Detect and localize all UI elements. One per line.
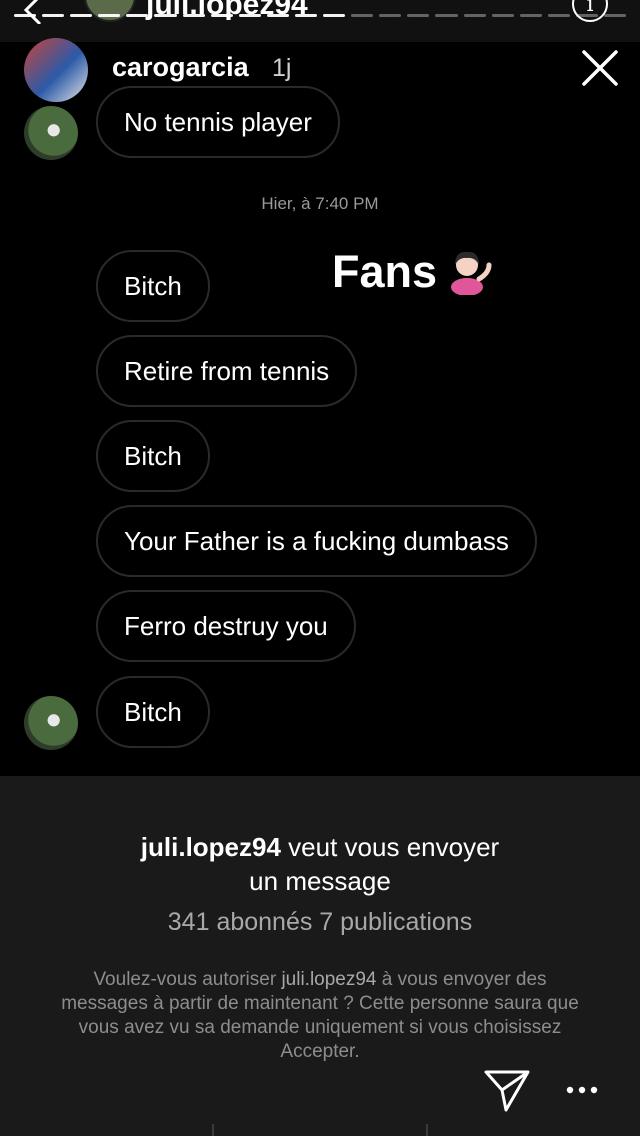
- progress-segment: [519, 14, 542, 17]
- progress-segment: [575, 14, 598, 17]
- progress-segment: [323, 14, 346, 17]
- progress-segment: [379, 14, 402, 17]
- message-bubble[interactable]: No tennis player: [96, 86, 340, 158]
- progress-segment: [491, 14, 514, 17]
- request-title: juli.lopez94 veut vous envoyer: [0, 832, 640, 863]
- message-bubble[interactable]: Bitch: [96, 420, 210, 492]
- message-request-panel: [0, 776, 640, 1136]
- progress-segment: [42, 14, 65, 17]
- progress-segment: [463, 14, 486, 17]
- close-icon[interactable]: [578, 46, 622, 90]
- story-username[interactable]: carogarcia: [112, 52, 249, 83]
- message-bubble[interactable]: Your Father is a fucking dumbass: [96, 505, 537, 577]
- progress-segment: [14, 14, 37, 17]
- progress-segment: [182, 14, 205, 17]
- overlay-text: Fans: [332, 246, 438, 297]
- request-subtitle: un message: [249, 866, 391, 896]
- message-bubble[interactable]: Bitch: [96, 250, 210, 322]
- progress-segment: [154, 14, 177, 17]
- back-chevron-icon[interactable]: [18, 0, 48, 24]
- progress-segment: [407, 14, 430, 17]
- sender-avatar[interactable]: [24, 106, 78, 160]
- request-description: Voulez-vous autoriser juli.lopez94 à vou…: [50, 968, 590, 1064]
- progress-segment: [238, 14, 261, 17]
- progress-segment: [266, 14, 289, 17]
- progress-segment: [435, 14, 458, 17]
- story-progress-bar: [14, 14, 627, 18]
- progress-segment: [351, 14, 374, 17]
- progress-segment: [98, 14, 121, 17]
- dm-username[interactable]: juli.lopez94: [146, 0, 308, 22]
- send-icon[interactable]: [482, 1066, 532, 1116]
- message-bubble[interactable]: Ferro destruy you: [96, 590, 356, 662]
- message-timestamp: Hier, à 7:40 PM: [261, 194, 379, 213]
- more-options-icon[interactable]: [562, 1080, 602, 1100]
- message-bubble[interactable]: Retire from tennis: [96, 335, 358, 407]
- progress-segment: [70, 14, 93, 17]
- progress-segment: [603, 14, 627, 17]
- progress-segment: [210, 14, 233, 17]
- message-bubble[interactable]: Bitch: [96, 676, 210, 748]
- person-tipping-hand-emoji-icon: [451, 251, 492, 295]
- progress-segment: [126, 14, 149, 17]
- request-title-text: veut vous envoyer: [280, 832, 500, 862]
- request-desc-username: juli.lopez94: [281, 969, 377, 990]
- story-text-overlay: Fans: [332, 246, 493, 298]
- request-username[interactable]: juli.lopez94: [141, 832, 281, 862]
- sender-avatar[interactable]: [24, 696, 78, 750]
- story-avatar[interactable]: [24, 38, 88, 102]
- progress-segment: [547, 14, 570, 17]
- progress-segment: [294, 14, 318, 17]
- request-desc-prefix: Voulez-vous autoriser: [93, 969, 282, 990]
- request-stats: 341 abonnés 7 publications: [167, 908, 473, 936]
- story-time: 1j: [272, 54, 292, 82]
- bottom-action-dividers: [212, 1124, 428, 1136]
